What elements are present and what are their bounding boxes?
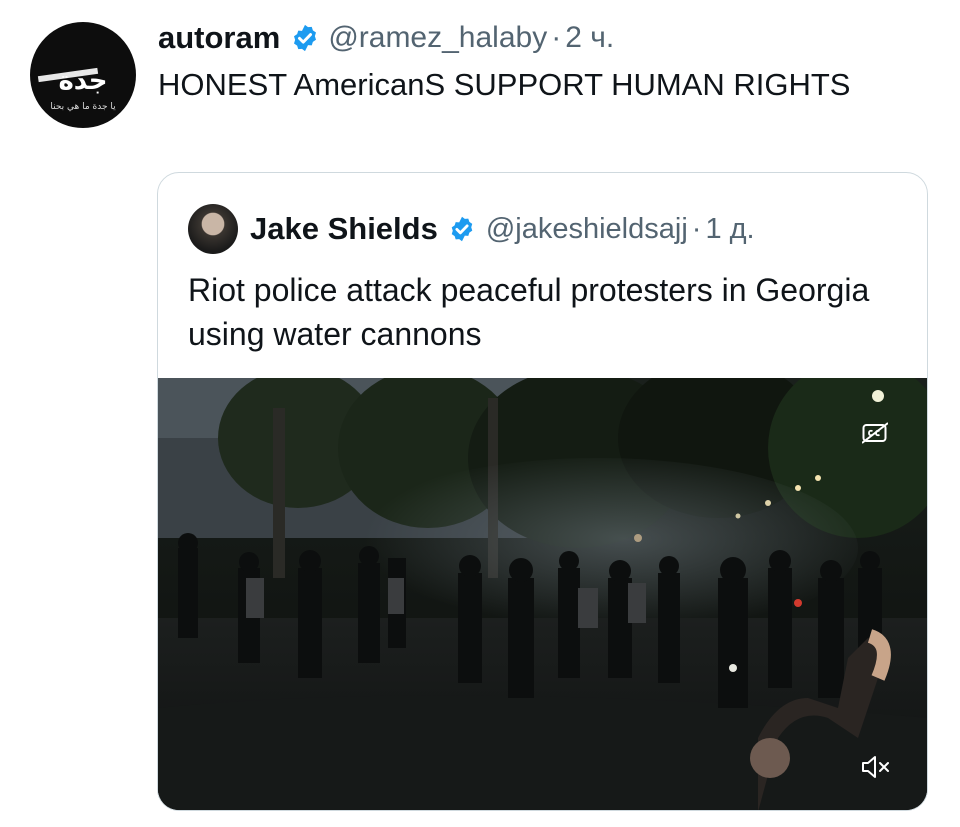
avatar-logo-subtext: يا جدة ما هي بحنا [50, 102, 116, 112]
verified-badge-icon [448, 215, 476, 243]
quoted-author-name[interactable]: Jake Shields [250, 211, 438, 247]
quoted-author-handle[interactable]: @jakeshieldsajj [486, 213, 688, 246]
avatar-logo-text: جدة [58, 66, 108, 96]
tweet-timestamp[interactable]: 2 ч. [565, 21, 614, 55]
video-frame [158, 378, 927, 810]
author-avatar[interactable]: جدة يا جدة ما هي بحنا [30, 22, 136, 128]
speaker-muted-icon[interactable] [861, 754, 891, 780]
quoted-tweet-timestamp[interactable]: 1 д. [705, 213, 754, 246]
separator-dot: · [551, 21, 562, 54]
quoted-tweet-header: Jake Shields @jakeshieldsajj · 1 д. [250, 209, 755, 249]
quoted-tweet-card[interactable]: Jake Shields @jakeshieldsajj · 1 д. Riot… [157, 172, 928, 811]
author-name[interactable]: autoram [158, 20, 280, 56]
tweet-text: HONEST AmericanS SUPPORT HUMAN RIGHTS [158, 67, 851, 102]
quoted-tweet-text: Riot police attack peaceful protesters i… [188, 272, 870, 352]
quoted-author-avatar[interactable] [188, 204, 238, 254]
verified-badge-icon [290, 23, 320, 53]
separator-dot: · [691, 212, 702, 245]
video-player[interactable] [158, 378, 927, 810]
tweet-header: autoram @ramez_halaby · 2 ч. [158, 18, 614, 58]
closed-captions-icon[interactable] [862, 422, 888, 444]
author-handle[interactable]: @ramez_halaby [328, 21, 547, 55]
